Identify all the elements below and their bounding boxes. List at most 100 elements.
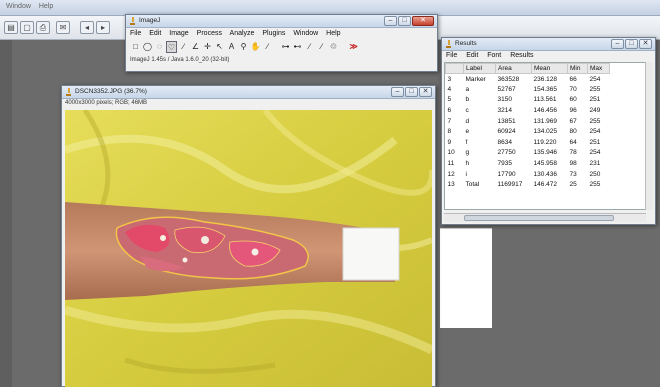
results-menubar: File Edit Font Results <box>442 51 655 61</box>
minimize-button[interactable]: – <box>611 39 624 49</box>
menu-edit[interactable]: Edit <box>149 30 161 37</box>
results-horizontal-scrollbar[interactable] <box>444 213 646 222</box>
menu-analyze[interactable]: Analyze <box>230 30 255 37</box>
table-row[interactable]: 5 b 3150 113.561 60 251 <box>446 95 610 106</box>
table-row[interactable]: 6 c 3214 146.456 96 249 <box>446 105 610 116</box>
dropper-tool-icon[interactable]: ∕ <box>262 41 273 53</box>
imagej-window[interactable]: ImageJ – □ ✕ File Edit Image Process Ana… <box>125 14 438 72</box>
freehand-tool-icon[interactable]: ♡ <box>166 40 177 53</box>
hand-tool-icon[interactable]: ✋ <box>250 41 261 53</box>
cell-min: 70 <box>569 85 577 93</box>
bg-forward-icon[interactable]: ▸ <box>96 21 110 34</box>
cell-label: Marker <box>465 75 486 83</box>
table-row[interactable]: 7 d 13851 131.969 67 255 <box>446 116 610 127</box>
table-row[interactable]: 10 g 27750 135.946 78 254 <box>446 148 610 159</box>
table-row[interactable]: 9 f 8634 119.220 64 251 <box>446 137 610 148</box>
menu-image[interactable]: Image <box>169 30 188 37</box>
cell-max: 255 <box>589 117 601 125</box>
minimize-button[interactable]: – <box>384 16 397 26</box>
table-row[interactable]: 8 e 60924 134.025 80 254 <box>446 126 610 137</box>
results-menu-results[interactable]: Results <box>510 52 533 59</box>
cell-index: 11 <box>447 160 455 168</box>
results-vertical-scrollbar[interactable] <box>645 62 653 210</box>
table-row[interactable]: 3 Marker 363528 236.128 66 254 <box>446 74 610 85</box>
line-tool-icon[interactable]: ∕ <box>178 41 189 53</box>
cell-mean: 236.128 <box>533 75 558 83</box>
close-button[interactable]: ✕ <box>639 39 652 49</box>
pencil-tool-icon[interactable]: ∕ <box>316 41 327 53</box>
cell-area: 363528 <box>497 75 520 83</box>
maximize-button[interactable]: □ <box>398 16 411 26</box>
minimize-button[interactable]: – <box>391 87 404 97</box>
image-canvas[interactable] <box>65 110 432 387</box>
imagej-microscope-icon <box>446 40 451 48</box>
menu-window[interactable]: Window <box>293 30 318 37</box>
imagej-status-bar: ImageJ 1.45s / Java 1.6.0_20 (32-bit) <box>130 57 230 63</box>
wand-tool-icon[interactable]: ↖ <box>214 41 225 53</box>
bg-menu-help[interactable]: Help <box>39 3 53 10</box>
results-titlebar[interactable]: Results – □ ✕ <box>442 38 655 51</box>
menu-process[interactable]: Process <box>197 30 222 37</box>
bg-menu-window[interactable]: Window <box>6 3 31 10</box>
image-window-titlebar[interactable]: DSCN3352.JPG (36.7%) – □ ✕ <box>62 86 435 99</box>
cell-label: d <box>465 117 470 125</box>
column-header-area[interactable]: Area <box>495 63 532 74</box>
cell-mean: 113.561 <box>533 96 557 104</box>
menu-file[interactable]: File <box>130 30 141 37</box>
results-menu-font[interactable]: Font <box>487 52 501 59</box>
cell-index: 3 <box>447 75 452 83</box>
bg-back-icon[interactable]: ◂ <box>80 21 94 34</box>
close-button[interactable]: ✕ <box>419 87 432 97</box>
oval-tool-icon[interactable]: ◯ <box>142 41 153 53</box>
cell-index: 6 <box>447 107 452 115</box>
stacks-tool-icon[interactable]: ⊶ <box>280 41 291 53</box>
cell-area: 13851 <box>497 117 516 125</box>
column-header-max[interactable]: Max <box>587 63 610 74</box>
maximize-button[interactable]: □ <box>625 39 638 49</box>
column-header-mean[interactable]: Mean <box>531 63 568 74</box>
maximize-button[interactable]: □ <box>405 87 418 97</box>
cell-label: h <box>465 160 470 168</box>
table-row[interactable]: 13 Total 1169917 146.472 25 255 <box>446 179 610 190</box>
imagej-titlebar[interactable]: ImageJ – □ ✕ <box>126 15 437 28</box>
bg-envelope-icon[interactable]: ✉ <box>56 21 70 34</box>
cell-area: 60924 <box>497 128 516 136</box>
background-white-panel <box>440 228 492 328</box>
image-window-title: DSCN3352.JPG (36.7%) <box>75 88 147 95</box>
image-window[interactable]: DSCN3352.JPG (36.7%) – □ ✕ 4000x3000 pix… <box>61 85 436 387</box>
bg-save-icon[interactable]: ▤ <box>4 21 18 34</box>
column-header-min[interactable]: Min <box>567 63 588 74</box>
menu-plugins[interactable]: Plugins <box>262 30 285 37</box>
column-header-index[interactable] <box>445 63 464 74</box>
results-scroll-thumb[interactable] <box>464 215 614 221</box>
cell-min: 66 <box>569 75 577 83</box>
bg-page-icon[interactable]: ▢ <box>20 21 34 34</box>
results-menu-file[interactable]: File <box>446 52 457 59</box>
point-tool-icon[interactable]: ✛ <box>202 41 213 53</box>
more-tools-icon[interactable]: ≫ <box>348 41 359 53</box>
cell-index: 7 <box>447 117 452 125</box>
results-table-container[interactable]: Label Area Mean Min Max 3 Marker 363528 … <box>444 62 646 210</box>
bg-print-icon[interactable]: ⎙ <box>36 21 50 34</box>
image-window-controls: – □ ✕ <box>391 87 432 97</box>
results-window[interactable]: Results – □ ✕ File Edit Font Results Lab… <box>441 37 656 225</box>
results-menu-edit[interactable]: Edit <box>466 52 478 59</box>
table-row[interactable]: 12 i 17790 130.436 73 250 <box>446 169 610 180</box>
lut-tool-icon[interactable]: ⊷ <box>292 41 303 53</box>
angle-tool-icon[interactable]: ∠ <box>190 41 201 53</box>
rectangle-tool-icon[interactable]: □ <box>130 41 141 53</box>
text-tool-icon[interactable]: A <box>226 41 237 53</box>
magnifier-tool-icon[interactable]: ⚲ <box>238 41 249 53</box>
imagej-microscope-icon <box>130 17 135 25</box>
polygon-tool-icon[interactable]: ◌ <box>154 41 165 53</box>
cell-max: 251 <box>589 96 601 104</box>
flood-fill-tool-icon[interactable]: ♲ <box>328 41 339 53</box>
menu-help[interactable]: Help <box>326 30 340 37</box>
cell-mean: 146.472 <box>533 181 558 189</box>
table-row[interactable]: 4 a 52767 154.365 70 255 <box>446 84 610 95</box>
cell-min: 67 <box>569 117 577 125</box>
brush-tool-icon[interactable]: ∕ <box>304 41 315 53</box>
close-button[interactable]: ✕ <box>412 16 434 26</box>
table-row[interactable]: 11 h 7935 145.958 98 231 <box>446 158 610 169</box>
column-header-label[interactable]: Label <box>463 63 496 74</box>
